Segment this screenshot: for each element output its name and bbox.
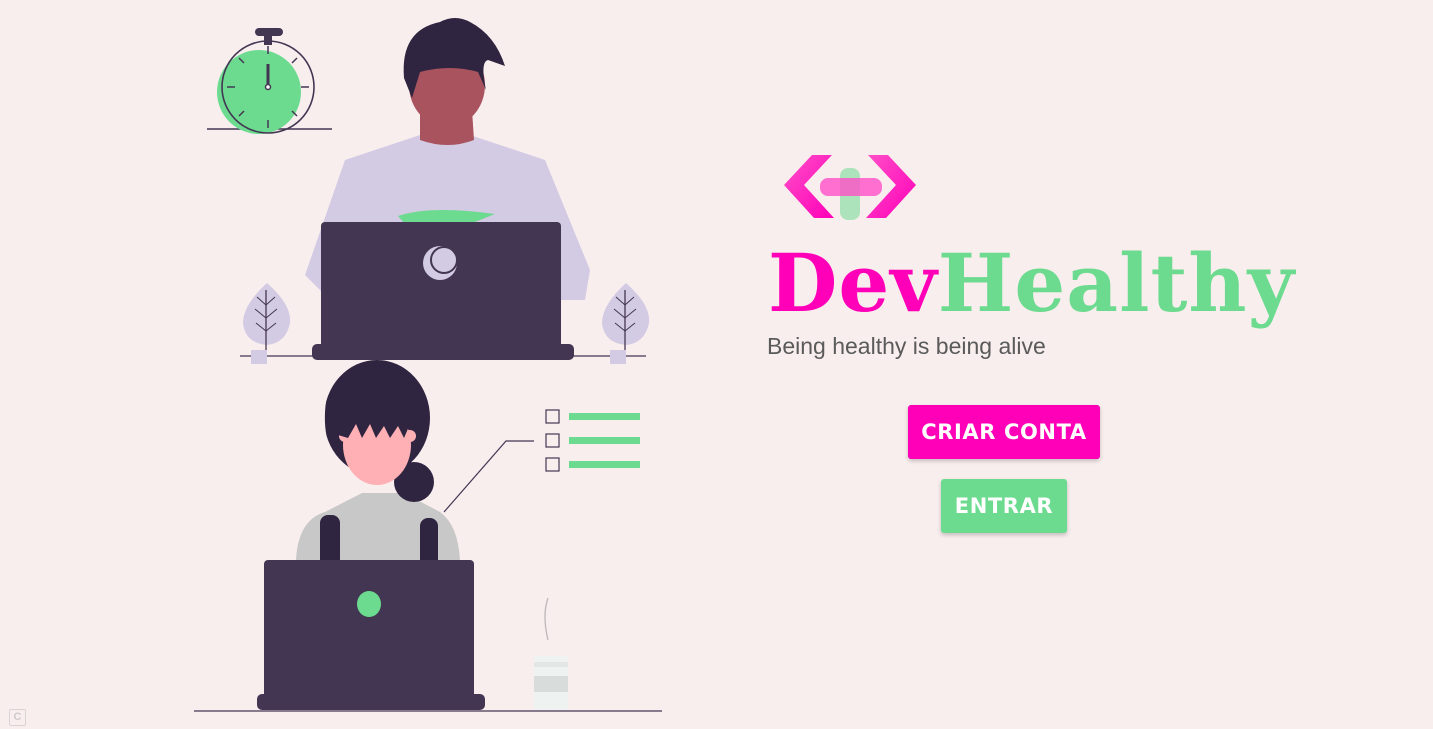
corner-badge-icon: C [9,709,26,726]
brand-block: DevHealthy Being healthy is being alive [760,140,1294,380]
create-account-button[interactable]: CRIAR CONTA [908,405,1100,459]
checklist-icon [443,409,640,513]
coffee-cup-icon [534,597,568,710]
stopwatch-icon [207,28,332,134]
tagline: Being healthy is being alive [767,333,1046,359]
brand-wordmark: DevHealthy [768,236,1294,330]
brand-name-healthy: Healthy [937,236,1296,330]
devhealthy-logo-icon [784,155,916,220]
hero-illustration [194,18,662,712]
plant-icon [243,283,291,364]
plant-icon [602,283,650,364]
man-figure [240,18,646,360]
woman-figure [194,360,662,712]
login-button[interactable]: ENTRAR [941,479,1067,533]
brand-name-dev: Dev [768,236,938,330]
